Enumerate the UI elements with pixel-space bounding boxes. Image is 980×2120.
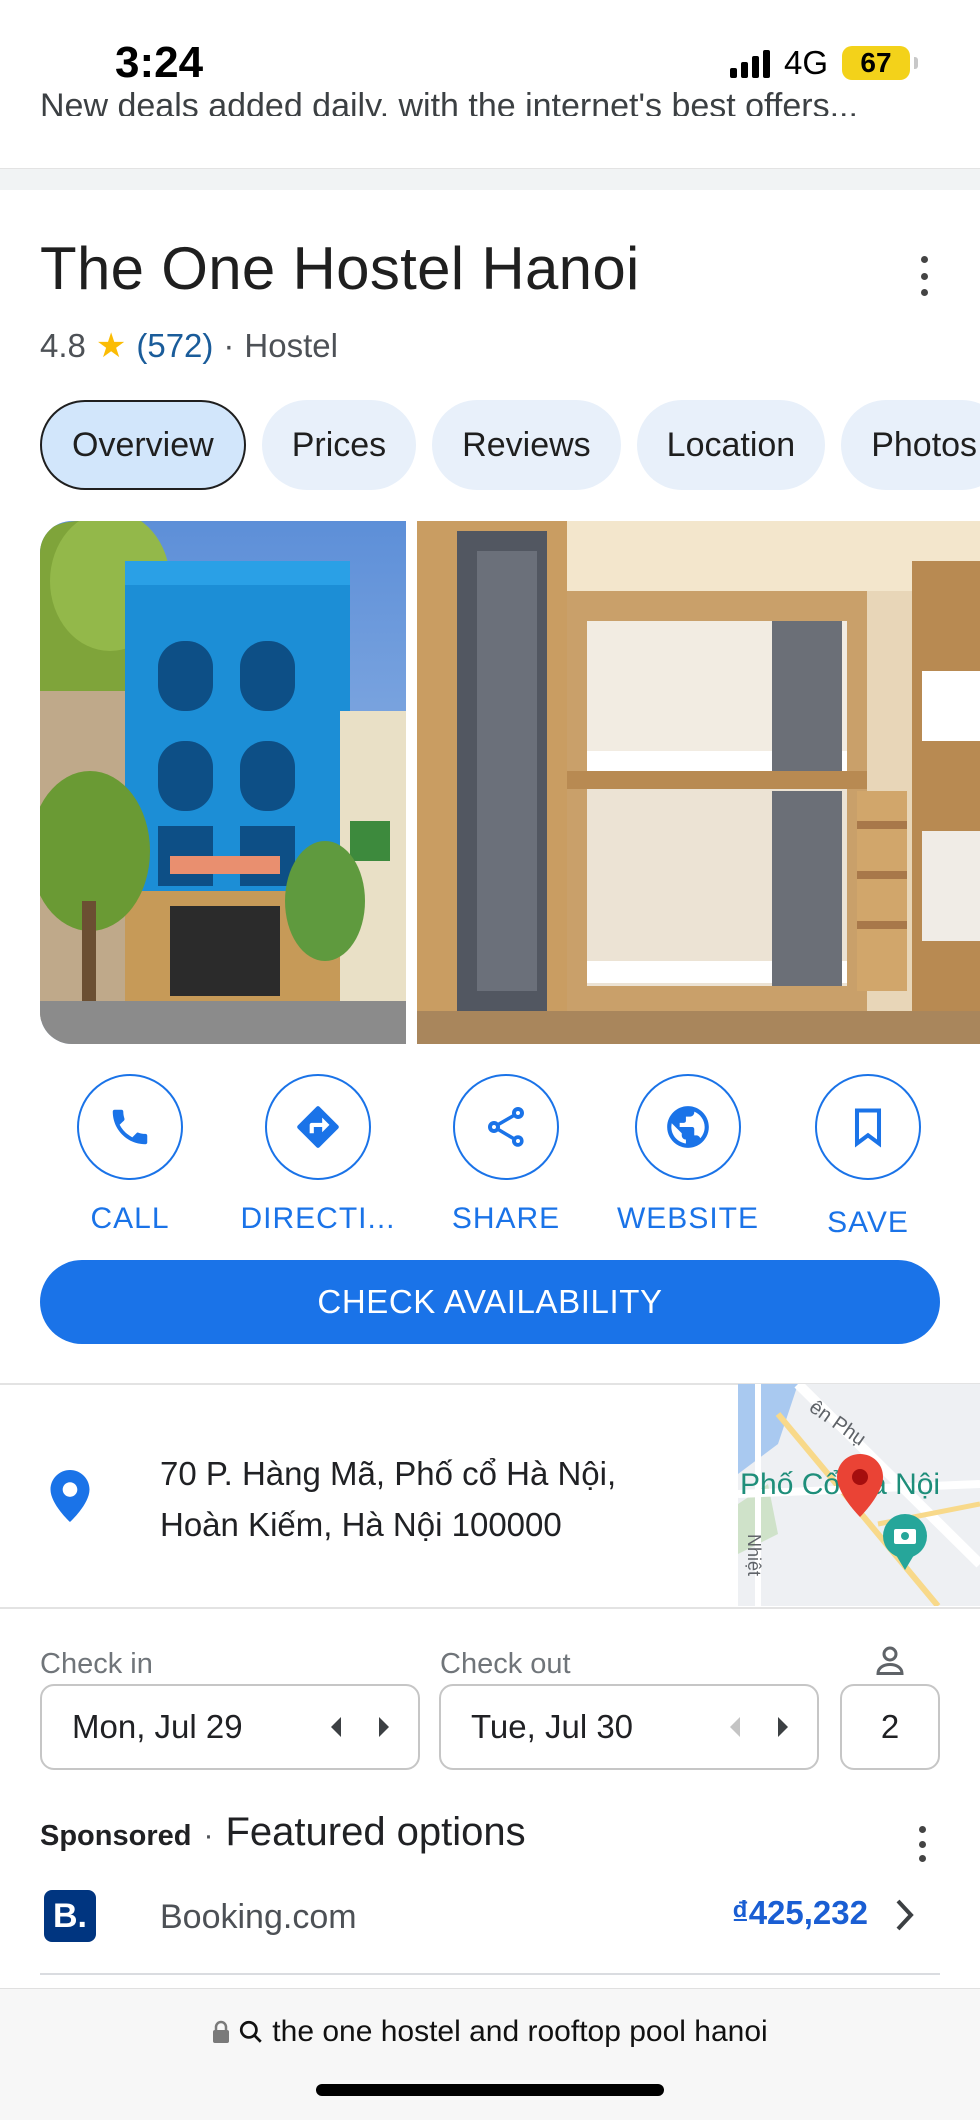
check-in-field[interactable]: Mon, Jul 29 [40,1684,420,1770]
place-title: The One Hostel Hanoi [40,235,640,302]
globe-icon [667,1106,709,1148]
guests-field[interactable]: 2 [840,1684,940,1770]
directions-label: DIRECTI... [240,1202,396,1235]
website-action[interactable]: WEBSITE [598,1074,778,1236]
star-icon: ★ [95,327,127,365]
call-label: CALL [90,1202,170,1235]
save-action[interactable]: SAVE [778,1074,958,1240]
signal-icon [729,48,770,78]
prev-date-button[interactable] [713,1715,759,1739]
directions-button[interactable] [265,1074,371,1180]
person-icon [876,1646,904,1675]
share-label: SHARE [451,1202,561,1235]
status-indicators: 4G 67 [729,44,918,82]
check-in-value: Mon, Jul 29 [72,1708,243,1745]
chevron-left-icon [730,1717,740,1737]
status-time: 3:24 [115,38,204,87]
directions-action[interactable]: DIRECTI... [228,1074,408,1236]
chevron-right-icon [778,1717,788,1737]
section-gap [0,168,980,190]
tab-prices[interactable]: Prices [261,400,417,490]
address-line-1: 70 P. Hàng Mã, Phố cổ Hà Nội, [160,1455,617,1492]
next-date-button[interactable] [360,1715,406,1739]
address-text[interactable]: 70 P. Hàng Mã, Phố cổ Hà Nội, Hoàn Kiếm,… [160,1448,720,1550]
check-in-label: Check in [40,1648,153,1680]
tab-photos[interactable]: Photos [841,400,980,490]
divider [0,1607,980,1609]
place-category: Hostel [244,327,338,364]
call-action[interactable]: CALL [40,1074,220,1236]
share-action[interactable]: SHARE [416,1074,596,1236]
share-button[interactable] [453,1074,559,1180]
search-icon [240,2020,263,2043]
booking-logo-icon: B. [44,1890,96,1942]
check-out-label: Check out [440,1648,571,1680]
battery-level: 67 [860,47,892,78]
deals-banner-text: New deals added daily, with the internet… [40,87,858,116]
check-out-value: Tue, Jul 30 [471,1708,634,1745]
separator-dot: · [203,1819,214,1852]
tab-location[interactable]: Location [636,400,826,490]
save-label: SAVE [827,1206,909,1239]
provider-price[interactable]: ₫425,232 [732,1894,868,1932]
separator-dot: · [223,327,235,364]
save-button[interactable] [815,1074,921,1180]
divider [40,1973,940,1975]
call-button[interactable] [77,1074,183,1180]
network-type: 4G [783,44,828,81]
sponsored-header: Sponsored · Featured options [40,1810,526,1855]
website-button[interactable] [635,1074,741,1180]
rating-row: 4.8 ★ (572) · Hostel [40,326,338,366]
hostel-exterior-photo[interactable] [40,521,406,1044]
prev-date-button[interactable] [314,1715,360,1739]
home-indicator[interactable] [316,2084,664,2096]
rating-value: 4.8 [40,327,86,364]
directions-icon [297,1106,339,1148]
check-out-field[interactable]: Tue, Jul 30 [439,1684,819,1770]
bookmark-icon [854,1108,882,1148]
sponsored-tag: Sponsored [40,1820,192,1852]
sponsored-more-icon[interactable] [916,1826,928,1862]
share-icon [488,1107,524,1147]
phone-icon [112,1109,148,1145]
chevron-left-icon [331,1717,341,1737]
chevron-right-icon [379,1717,389,1737]
battery-icon: 67 [842,46,918,80]
provider-name[interactable]: Booking.com [160,1898,357,1937]
website-label: WEBSITE [616,1202,759,1235]
address-line-2: Hoàn Kiếm, Hà Nội 100000 [160,1506,562,1543]
check-availability-button[interactable]: CHECK AVAILABILITY [40,1260,940,1344]
review-count-link[interactable]: (572) [136,327,213,365]
tab-reviews[interactable]: Reviews [432,400,621,490]
url-row[interactable]: the one hostel and rooftop pool hanoi [0,2015,980,2049]
chevron-right-icon[interactable] [894,1898,916,1932]
next-date-button[interactable] [759,1715,805,1739]
more-options-icon[interactable] [918,256,930,296]
hostel-dorm-photo[interactable] [417,521,980,1044]
location-pin-icon [50,1470,90,1522]
featured-options-title: Featured options [225,1810,526,1854]
tab-bar: Overview Prices Reviews Location Photos [40,400,980,490]
map-thumbnail[interactable]: ên Phụ Phố Cổ Hà Nội Nhiệt [738,1384,980,1606]
browser-url-bar[interactable]: the one hostel and rooftop pool hanoi [0,1988,980,2120]
lock-icon [213,2020,230,2043]
url-query-text: the one hostel and rooftop pool hanoi [272,2015,768,2048]
tab-overview[interactable]: Overview [40,400,246,490]
map-side-label: Nhiệt [744,1534,764,1576]
